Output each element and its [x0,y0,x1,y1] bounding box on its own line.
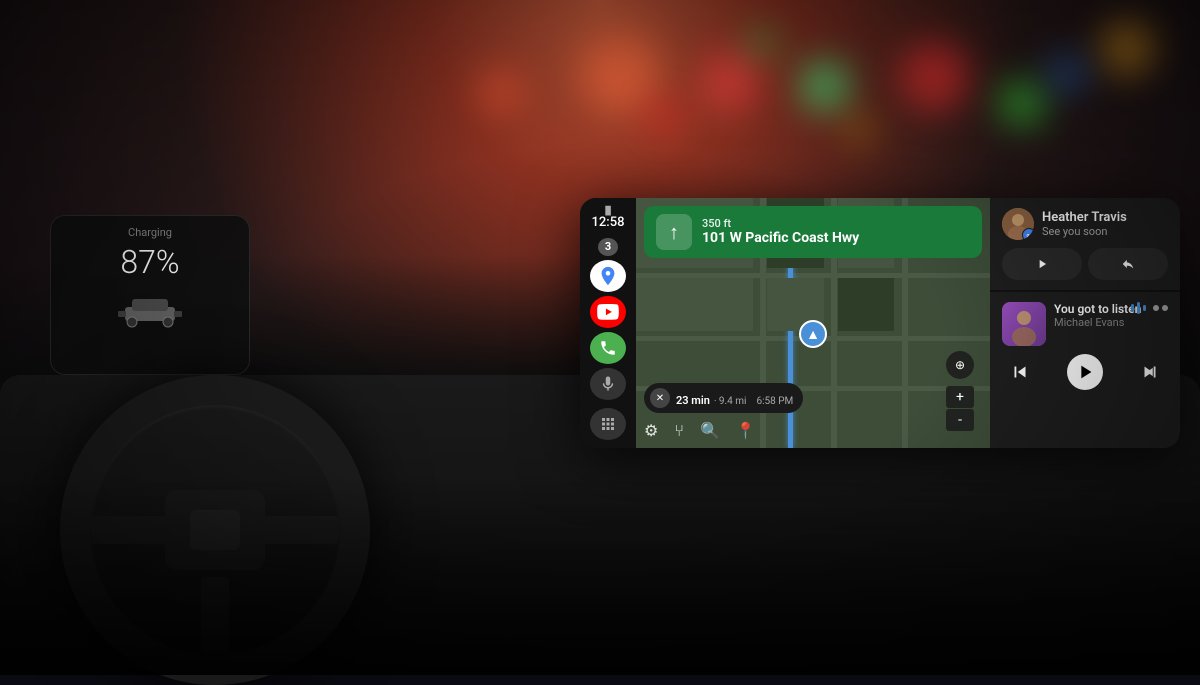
message-actions [1002,248,1168,280]
bokeh-light [850,120,870,140]
music-controls [1002,354,1168,390]
nav-street: 101 W Pacific Coast Hwy [702,230,859,247]
bokeh-light [900,40,970,110]
zoom-controls: + - [946,386,974,431]
next-track-button[interactable] [1132,354,1168,390]
bokeh-light [750,30,775,55]
search-icon[interactable]: 🔍 [700,421,720,440]
message-header: g Heather Travis See you soon [1002,208,1168,240]
pin-icon[interactable]: 📍 [736,421,756,440]
contact-avatar: g [1002,208,1034,240]
eta-spacer: 6:58 PM [756,389,793,408]
right-panel: g Heather Travis See you soon [990,198,1180,448]
music-card: You got to listen Michael Evans [990,292,1180,448]
play-pause-button[interactable] [1067,354,1103,390]
app-grid-icon[interactable] [590,408,626,440]
nav-distance: 350 ft [702,217,859,230]
reply-message-button[interactable] [1088,248,1168,280]
message-info: Heather Travis See you soon [1042,210,1127,238]
artist-name: Michael Evans [1054,316,1168,329]
previous-track-button[interactable] [1002,354,1038,390]
bokeh-light [480,70,520,110]
settings-icon[interactable]: ⚙ [644,421,658,440]
compass-button[interactable]: ⊕ [946,351,974,379]
eta-info: 23 min · 9.4 mi [676,389,746,408]
map-area[interactable]: ↑ 350 ft 101 W Pacific Coast Hwy ✕ 23 mi… [636,198,990,448]
charging-status: Charging [61,226,239,239]
bokeh-light [1050,55,1085,90]
eta-bar: ✕ 23 min · 9.4 mi 6:58 PM [644,383,803,413]
music-bar [1131,304,1134,312]
android-auto-display: ▐▌ 12:58 3 [580,198,1180,448]
bokeh-light [800,60,850,110]
steering-wheel [60,375,370,685]
time-text: 12:58 [592,215,625,230]
bokeh-light [700,50,760,110]
app-sidebar: ▐▌ 12:58 3 [580,198,636,448]
signal-bar: ▐▌ [592,206,625,215]
more-options-dot[interactable] [1153,305,1159,311]
map-controls: ⚙ ⑂ 🔍 📍 ⊕ + - [644,421,982,440]
more-options-dot[interactable] [1162,305,1168,311]
bokeh-light [580,30,660,110]
bokeh-light [1100,20,1155,75]
album-artwork [1002,302,1046,346]
eta-duration: 23 min [676,394,710,407]
current-location-marker: ▲ [799,320,827,348]
steering-wheel-area [60,275,440,655]
map-bottom-icons: ⚙ ⑂ 🔍 📍 [644,421,756,440]
eta-arrival-time: 6:58 PM [756,396,793,407]
phone-app-icon[interactable] [590,332,626,364]
google-messages-badge: g [1022,228,1034,240]
music-bar [1137,302,1140,314]
youtube-app-icon[interactable] [590,296,626,328]
navigation-banner: ↑ 350 ft 101 W Pacific Coast Hwy [644,206,982,258]
svg-text:g: g [1027,233,1030,239]
maps-app-icon[interactable] [590,260,626,292]
message-preview: See you soon [1042,225,1127,238]
message-card: g Heather Travis See you soon [990,198,1180,290]
zoom-out-button[interactable]: - [946,409,974,431]
sender-name: Heather Travis [1042,210,1127,225]
microphone-app-icon[interactable] [590,368,626,400]
turn-arrow: ↑ [656,214,692,250]
play-message-button[interactable] [1002,248,1082,280]
music-indicator [1131,302,1168,314]
fork-icon[interactable]: ⑂ [674,421,684,440]
time-display: ▐▌ 12:58 [592,206,625,234]
bokeh-light [1000,80,1045,125]
close-eta-button[interactable]: ✕ [650,388,670,408]
eta-distance: 9.4 mi [719,396,747,407]
music-header: You got to listen Michael Evans [1002,302,1168,346]
notification-count[interactable]: 3 [598,238,618,256]
music-bar [1143,305,1146,311]
nav-info: 350 ft 101 W Pacific Coast Hwy [702,217,859,247]
zoom-in-button[interactable]: + [946,386,974,408]
bokeh-light [650,100,680,130]
